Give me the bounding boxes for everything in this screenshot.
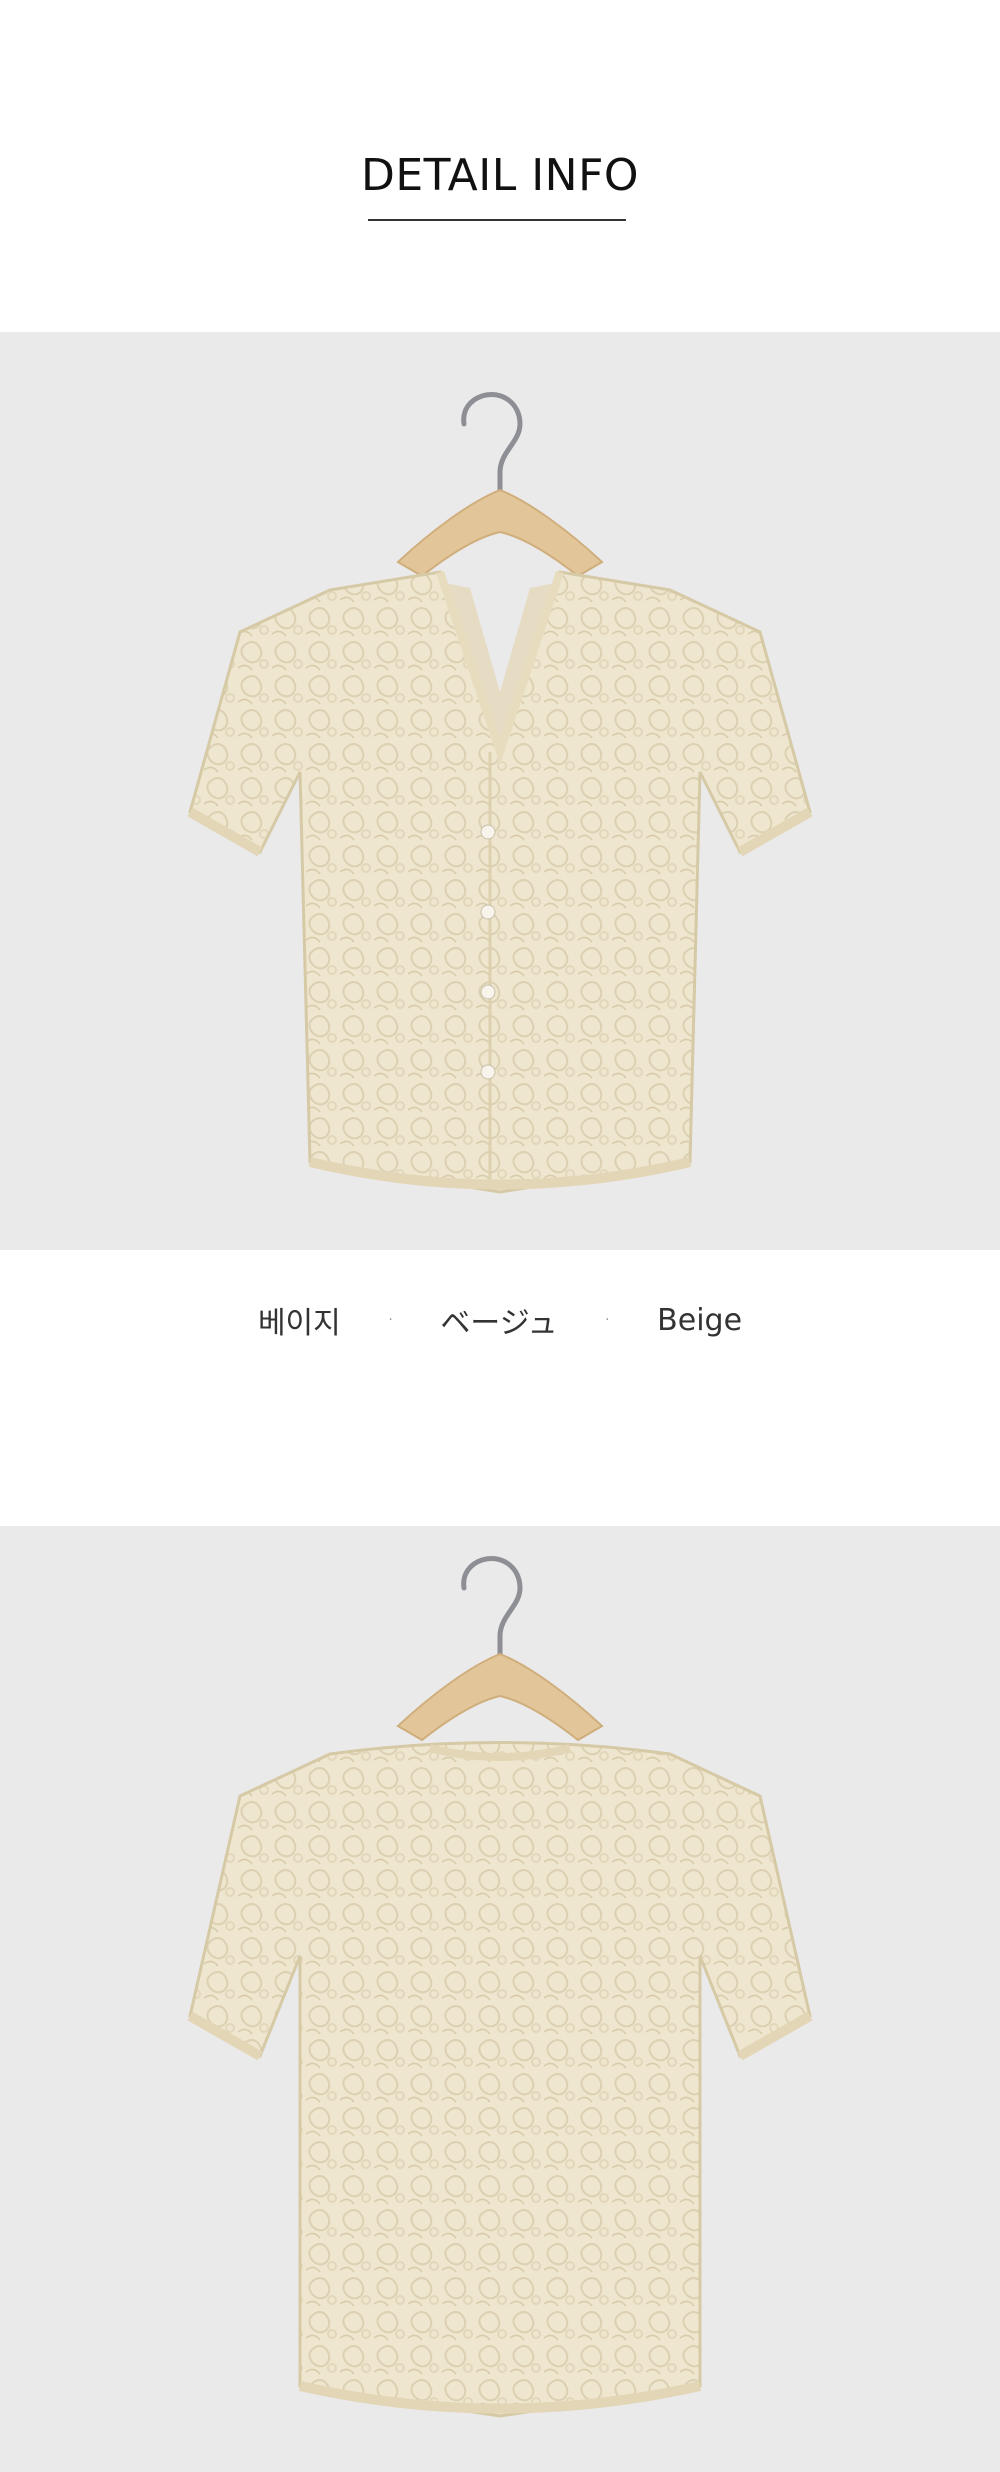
- section-title-block: DETAIL INFO: [0, 150, 1000, 201]
- color-separator: ·: [605, 1312, 610, 1328]
- title-underline: [368, 219, 626, 221]
- front-blouse-illustration: [187, 392, 813, 1194]
- back-blouse-illustration: [187, 1556, 813, 2418]
- product-photo-back: [0, 1526, 1000, 2472]
- color-name-korean: 베이지: [257, 1306, 341, 1341]
- product-photo-front: [0, 332, 1000, 1250]
- section-title: DETAIL INFO: [360, 150, 640, 201]
- color-name-japanese: ベージュ: [440, 1306, 558, 1341]
- color-names: 베이지 · ベージュ · Beige: [0, 1298, 1000, 1342]
- color-separator: ·: [388, 1312, 393, 1328]
- color-name-english: Beige: [657, 1302, 743, 1338]
